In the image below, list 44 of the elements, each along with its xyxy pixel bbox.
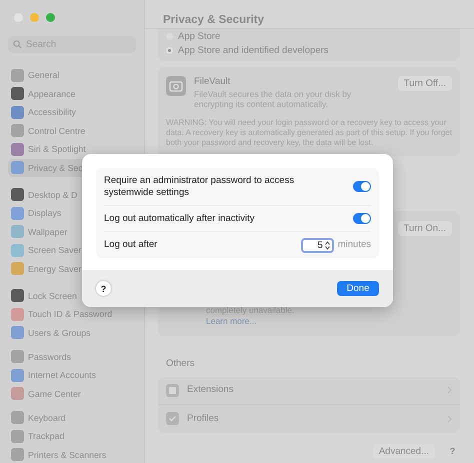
sidebar-item[interactable]: Internet Accounts [8,366,136,384]
done-button[interactable]: Done [337,281,379,296]
setting-label: Require an administrator password to access systemwide settings [104,175,296,198]
sidebar-item[interactable]: Wallpaper [8,222,136,241]
toggle-switch[interactable] [353,181,371,192]
turn-off-button[interactable]: Turn Off... [398,76,452,91]
safe-icon [166,76,186,96]
radio-label: App Store [178,31,220,43]
learn-more-link[interactable]: Learn more... [206,316,452,326]
checkmark-badge-icon [166,412,179,426]
filevault-title: FileVault [194,76,232,88]
list-row[interactable]: Extensions [158,376,460,405]
help-button[interactable]: ? [96,281,111,296]
toggle-switch[interactable] [353,213,371,224]
list-row[interactable]: Profiles [158,404,460,433]
search-icon [13,40,22,49]
sidebar-item[interactable]: Control Centre [8,122,136,140]
radio-button[interactable] [166,47,173,54]
sidebar-item[interactable]: Siri & Spotlight [8,140,136,158]
up-down-arrows-icon [324,240,330,250]
sidebar-item[interactable]: Passwords [8,348,136,366]
sidebar-item[interactable]: General [8,66,136,84]
sidebar-item[interactable]: Appearance [8,84,136,103]
sidebar-item[interactable]: Trackpad [8,427,136,446]
unit-label: minutes [338,239,371,251]
radio-label: App Store and identified developers [178,44,329,57]
setting-label: Log out after [104,239,158,251]
section-heading: Others [166,358,195,369]
page-title: Privacy & Security [163,14,264,26]
puzzle-icon [166,384,179,397]
sidebar-item[interactable]: Accessibility [8,103,136,122]
help-button[interactable]: ? [445,444,460,459]
minimize-button[interactable] [30,13,39,22]
advanced-button[interactable]: Advanced... [372,444,435,459]
sidebar-item[interactable]: Keyboard [8,408,136,427]
sidebar-item[interactable]: Users & Groups [8,324,136,342]
zoom-button[interactable] [46,13,55,22]
setting-label: Log out automatically after inactivity [104,212,254,224]
turn-on-button[interactable]: Turn On... [398,220,452,236]
sidebar-item[interactable]: Game Center [8,384,136,403]
sidebar-item[interactable]: Printers & Scanners [8,446,136,463]
number-stepper[interactable]: 5 [300,238,334,252]
sidebar-item[interactable]: Touch ID & Password [8,305,136,324]
sidebar-item[interactable]: Energy Saver [8,260,136,278]
